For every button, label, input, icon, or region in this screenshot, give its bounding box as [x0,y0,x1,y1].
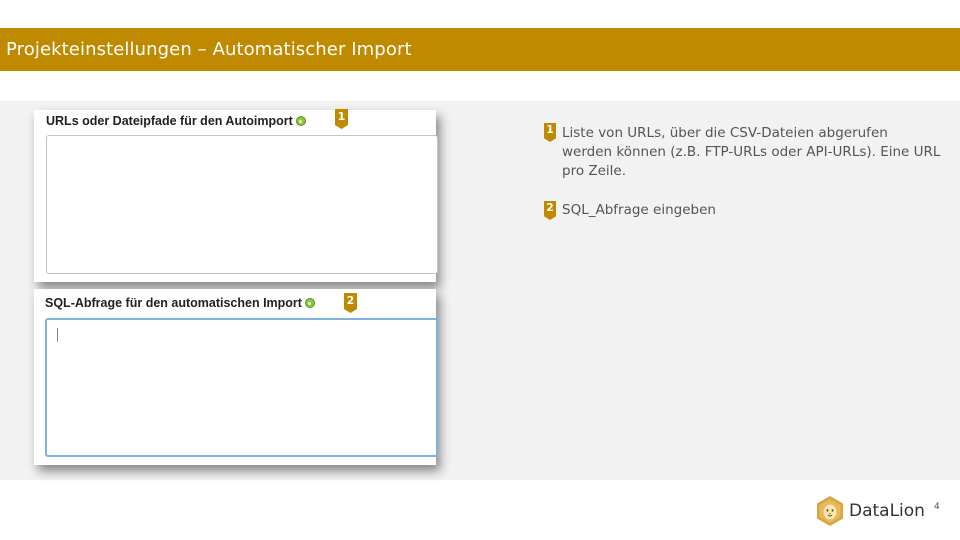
help-icon[interactable] [304,298,315,308]
autoimport-urls-screenshot: URLs oder Dateipfade für den Autoimport [34,110,438,282]
slide-title: Projekteinstellungen – Automatischer Imp… [0,28,960,71]
autoimport-urls-textarea[interactable] [46,135,438,274]
autoimport-urls-label: URLs oder Dateipfade für den Autoimport [46,114,293,128]
callout-marker-2: 2 [344,293,357,313]
sql-query-label-row: SQL-Abfrage für den automatischen Import [45,296,315,310]
sql-query-screenshot: SQL-Abfrage für den automatischen Import [34,289,438,465]
autoimport-urls-label-row: URLs oder Dateipfade für den Autoimport [46,114,306,128]
text-caret [57,328,58,342]
help-icon[interactable] [295,116,306,126]
callout-marker-1: 1 [335,109,348,129]
lion-logo-icon [817,496,843,526]
brand-name: DataLion [849,501,925,521]
sql-query-label: SQL-Abfrage für den automatischen Import [45,296,302,310]
page-number: 4 [934,502,940,512]
sql-query-textarea[interactable] [45,318,438,457]
note-2-text: SQL_Abfrage eingeben [562,202,716,218]
note-marker-1: 1 [544,123,556,142]
note-marker-2: 2 [544,201,556,220]
note-1-text: Liste von URLs, über die CSV-Dateien abg… [562,125,941,179]
